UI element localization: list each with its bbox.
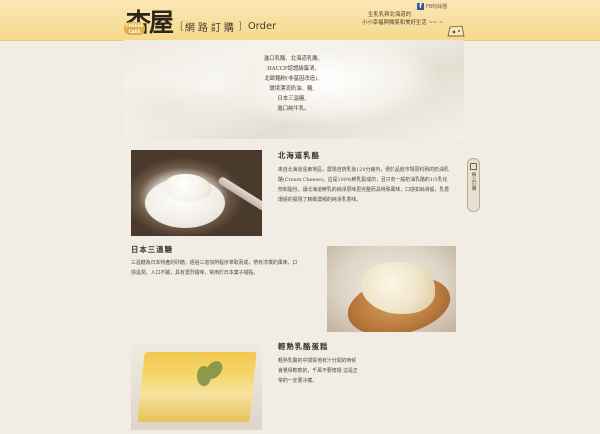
online-order-tab[interactable]: 線上訂購	[467, 158, 480, 212]
slogan-line-2: 小小幸福與微笑和美好生活 ~~ ~	[362, 20, 444, 26]
hero-ingredients: 進口乳酪、北海道乳酪、 HACCP認證級蛋清、 北歐麵粉(非基因改造)、 環境漂…	[123, 54, 464, 114]
logo-badge: CHEESE CAKE	[124, 22, 145, 35]
hero-line: 進口純牛乳。	[277, 106, 310, 112]
nav-label-cn: 網路訂購	[184, 23, 237, 34]
bracket-left: [	[180, 21, 184, 32]
nav-label-en: Order	[247, 21, 277, 32]
facebook-link[interactable]: f FB粉絲團	[417, 3, 447, 10]
order-nav-link[interactable]: [ 網路訂購 ] Order	[180, 19, 276, 34]
section-body: 來自北海道遠東地區，農場自擠乳後120分鐘內，便於品館市場原料熟的奶油乳酪(Cr…	[278, 167, 450, 203]
hero-line: 環境漂流奶油、糖、	[269, 86, 318, 92]
bracket-right: ]	[237, 21, 242, 32]
cheese-icon	[447, 25, 465, 37]
side-tab-label: 線上訂購	[471, 172, 476, 191]
slogan: 生乳乳與北海道的 小小幸福與微笑和美好生活 ~~ ~	[362, 11, 454, 27]
sugar-image	[327, 246, 456, 332]
cream-cheese-image	[131, 150, 262, 236]
section-body: 輕熟乳酪的中間質地有汁分間的時候會覺得軟軟的，千萬不要懷疑 這是正常的一定要冷藏…	[278, 358, 358, 384]
section-title: 日本三溫糖	[131, 245, 173, 254]
section-body: 三溫糖為日本特產的砂糖，經過三道加熱程序萃取而成，帶有淳樸的風味，口感溫潤，入口…	[131, 260, 298, 276]
hero-line: 日本三溫糖、	[277, 96, 310, 102]
facebook-icon: f	[417, 3, 424, 10]
logo[interactable]: 杏屋 CHEESE CAKE	[124, 5, 176, 37]
cheesecake-image	[131, 344, 262, 430]
hero-line: 進口乳酪、北海道乳酪、	[263, 56, 324, 62]
section-title: 北海道乳酪	[278, 151, 320, 160]
section-title: 輕熟乳酪蛋糕	[278, 342, 329, 351]
hero-banner: 進口乳酪、北海道乳酪、 HACCP認證級蛋清、 北歐麵粉(非基因改造)、 環境漂…	[123, 40, 464, 139]
slogan-line-1: 生乳乳與北海道的	[368, 12, 412, 18]
facebook-label: FB粉絲團	[426, 4, 448, 10]
cart-icon	[470, 163, 477, 170]
hero-line: 北歐麵粉(非基因改造)、	[264, 76, 323, 82]
hero-line: HACCP認證級蛋清、	[267, 66, 320, 72]
site-header: 杏屋 CHEESE CAKE [ 網路訂購 ] Order f FB粉絲團 生乳…	[0, 0, 600, 41]
